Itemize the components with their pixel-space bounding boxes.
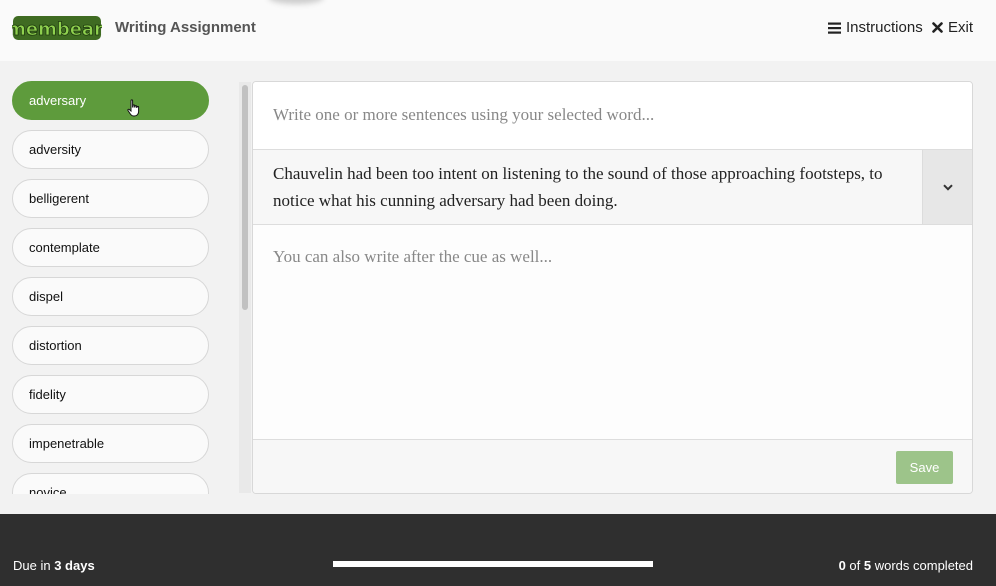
completed-count: 0	[838, 558, 846, 573]
membean-logo[interactable]: membean	[12, 13, 102, 43]
status-bar: Due in 3 days 0 of 5 words completed	[0, 514, 996, 586]
of-text: of	[845, 558, 864, 573]
word-label: adversary	[29, 93, 87, 108]
word-item-novice[interactable]: novice	[12, 473, 209, 494]
word-label: dispel	[29, 289, 63, 304]
progress-bar	[333, 561, 653, 567]
word-label: distortion	[29, 338, 82, 353]
header: membean Writing Assignment Instructions …	[0, 0, 996, 61]
after-placeholder: You can also write after the cue as well…	[273, 247, 553, 266]
due-prefix: Due in	[13, 558, 55, 573]
instructions-label: Instructions	[846, 19, 923, 36]
instructions-button[interactable]: Instructions	[828, 19, 923, 36]
exit-button[interactable]: Exit	[932, 19, 973, 36]
word-item-belligerent[interactable]: belligerent	[12, 179, 209, 218]
word-label: adversity	[29, 142, 82, 157]
sentence-after-input[interactable]: You can also write after the cue as well…	[253, 225, 972, 440]
chevron-down-icon	[942, 183, 953, 191]
word-label: contemplate	[29, 240, 100, 255]
cue-toggle-button[interactable]	[922, 150, 972, 224]
word-item-dispel[interactable]: dispel	[12, 277, 209, 316]
word-list: adversary adversity belligerent contempl…	[12, 81, 210, 494]
before-placeholder: Write one or more sentences using your s…	[273, 105, 655, 124]
words-completed: 0 of 5 words completed	[839, 558, 973, 573]
hand-cursor-icon	[127, 99, 140, 117]
due-value: 3 days	[54, 558, 95, 573]
word-label: belligerent	[29, 191, 89, 206]
word-label: novice	[29, 485, 67, 494]
close-icon	[932, 22, 943, 33]
word-item-contemplate[interactable]: contemplate	[12, 228, 209, 267]
word-label: fidelity	[29, 387, 66, 402]
word-item-impenetrable[interactable]: impenetrable	[12, 424, 209, 463]
cue-sentence: Chauvelin had been too intent on listeni…	[253, 150, 972, 225]
top-shadow	[268, 0, 324, 4]
save-button[interactable]: Save	[896, 451, 953, 484]
editor-footer: Save	[253, 440, 972, 493]
word-item-adversary[interactable]: adversary	[12, 81, 209, 120]
word-item-adversity[interactable]: adversity	[12, 130, 209, 169]
completed-suffix: words completed	[871, 558, 973, 573]
word-item-fidelity[interactable]: fidelity	[12, 375, 209, 414]
logo-text: membean	[12, 19, 102, 40]
due-date: Due in 3 days	[13, 558, 95, 573]
scrollbar-thumb[interactable]	[242, 85, 248, 310]
word-label: impenetrable	[29, 436, 105, 451]
sentence-before-input[interactable]: Write one or more sentences using your s…	[253, 82, 972, 150]
writing-editor: Write one or more sentences using your s…	[252, 81, 973, 494]
menu-icon	[828, 22, 841, 34]
page-title: Writing Assignment	[115, 19, 256, 36]
cue-text: Chauvelin had been too intent on listeni…	[273, 164, 883, 210]
word-item-distortion[interactable]: distortion	[12, 326, 209, 365]
exit-label: Exit	[948, 19, 974, 36]
